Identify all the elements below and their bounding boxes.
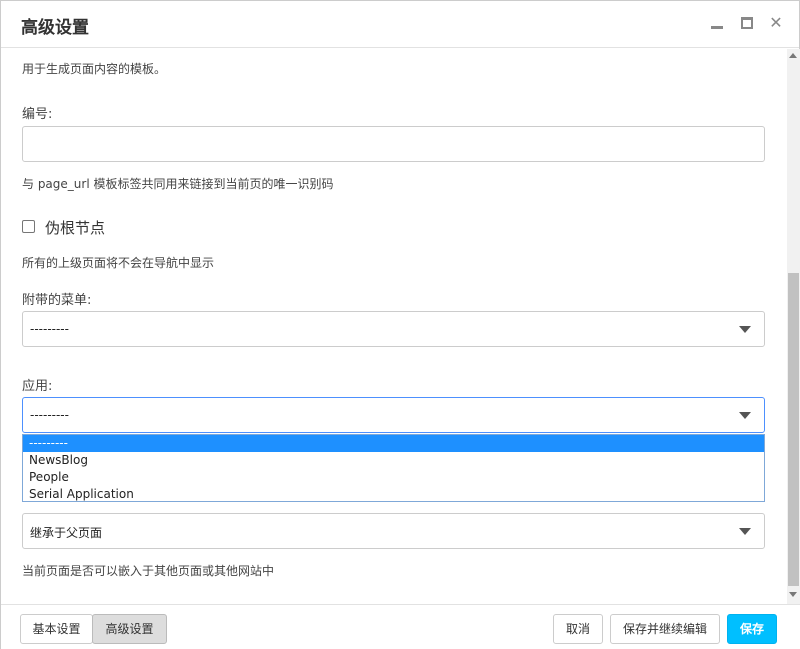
dropdown-option[interactable]: People bbox=[23, 469, 764, 486]
menu-select[interactable]: --------- bbox=[22, 311, 765, 347]
id-field-label: 编号: bbox=[22, 107, 53, 122]
dropdown-option[interactable]: Serial Application bbox=[23, 486, 764, 503]
save-button[interactable]: 保存 bbox=[727, 614, 777, 644]
app-select[interactable]: --------- bbox=[22, 397, 765, 433]
minimize-icon[interactable] bbox=[709, 15, 725, 31]
maximize-icon[interactable] bbox=[739, 15, 755, 31]
app-field-label: 应用: bbox=[22, 379, 53, 394]
xframe-select[interactable]: 继承于父页面 bbox=[22, 513, 765, 549]
app-dropdown-list: --------- NewsBlog People Serial Applica… bbox=[22, 434, 765, 502]
soft-root-help-text: 所有的上级页面将不会在导航中显示 bbox=[22, 256, 215, 270]
app-select-value: --------- bbox=[30, 408, 69, 422]
id-input[interactable] bbox=[22, 126, 765, 162]
chevron-down-icon bbox=[739, 412, 751, 419]
menu-select-value: --------- bbox=[30, 322, 69, 336]
advanced-settings-dialog: 高级设置 ✕ 用于生成页面内容的模板。 编号: 与 page_url 模板标签共… bbox=[0, 0, 800, 649]
scrollbar-thumb[interactable] bbox=[788, 273, 799, 586]
tab-basic-settings[interactable]: 基本设置 bbox=[20, 614, 93, 644]
soft-root-checkbox[interactable] bbox=[22, 220, 35, 233]
id-help-text: 与 page_url 模板标签共同用来链接到当前页的唯一识别码 bbox=[22, 177, 334, 191]
close-icon[interactable]: ✕ bbox=[768, 15, 784, 31]
dialog-content: 用于生成页面内容的模板。 编号: 与 page_url 模板标签共同用来链接到当… bbox=[1, 49, 787, 604]
template-help-text: 用于生成页面内容的模板。 bbox=[22, 62, 167, 76]
dropdown-option[interactable]: NewsBlog bbox=[23, 452, 764, 469]
dialog-footer: 基本设置 高级设置 取消 保存并继续编辑 保存 bbox=[1, 604, 800, 649]
tab-advanced-settings[interactable]: 高级设置 bbox=[92, 614, 167, 644]
save-and-continue-button[interactable]: 保存并继续编辑 bbox=[610, 614, 720, 644]
soft-root-label[interactable]: 伪根节点 bbox=[45, 217, 105, 238]
cancel-button[interactable]: 取消 bbox=[553, 614, 603, 644]
dialog-title: 高级设置 bbox=[21, 18, 89, 38]
dropdown-option[interactable]: --------- bbox=[23, 435, 764, 452]
scroll-down-icon[interactable] bbox=[789, 592, 797, 597]
scroll-up-icon[interactable] bbox=[789, 53, 797, 58]
xframe-help-text: 当前页面是否可以嵌入于其他页面或其他网站中 bbox=[22, 564, 275, 578]
menu-field-label: 附带的菜单: bbox=[22, 293, 92, 308]
title-bar: 高级设置 ✕ bbox=[1, 1, 799, 48]
chevron-down-icon bbox=[739, 326, 751, 333]
xframe-select-value: 继承于父页面 bbox=[30, 526, 103, 540]
chevron-down-icon bbox=[739, 528, 751, 535]
